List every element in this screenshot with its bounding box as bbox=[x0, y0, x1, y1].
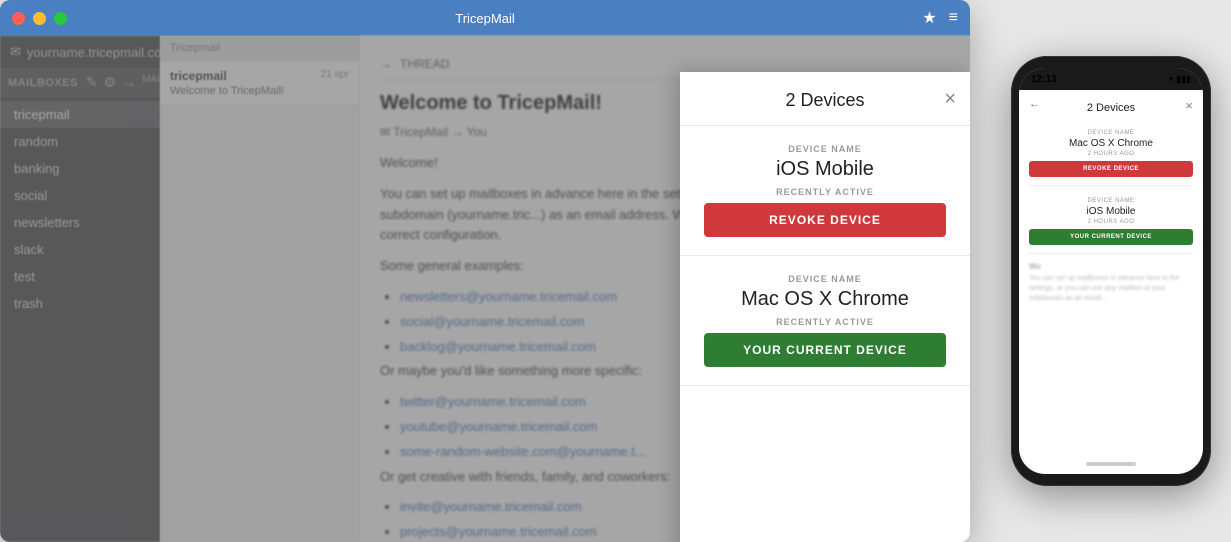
phone-modal-content: ← 2 Devices × DEVICE NAME Mac OS X Chrom… bbox=[1019, 90, 1203, 311]
window-title: TricepMail bbox=[455, 11, 514, 26]
device-name-label-1: DEVICE NAME bbox=[704, 274, 946, 284]
phone-device-active-0: 2 HOURS AGO bbox=[1029, 151, 1193, 157]
devices-modal: 2 Devices × DEVICE NAME iOS Mobile RECEN… bbox=[680, 72, 970, 542]
phone-screen: 12:13 ▾ ▮▮▮ ← 2 Devices × DEVICE NAME Ma… bbox=[1019, 68, 1203, 474]
phone-close-icon[interactable]: × bbox=[1185, 98, 1193, 113]
phone-back-icon[interactable]: ← bbox=[1029, 98, 1040, 110]
pin-icon[interactable]: ★ bbox=[922, 8, 936, 28]
phone-device-name-0: Mac OS X Chrome bbox=[1029, 138, 1193, 149]
revoke-device-button[interactable]: REVOKE DEVICE bbox=[704, 203, 946, 237]
phone-device-label-1: DEVICE NAME bbox=[1029, 198, 1193, 204]
phone-device-card-1: DEVICE NAME iOS Mobile 2 HOURS AGO YOUR … bbox=[1029, 190, 1193, 254]
window-controls bbox=[12, 12, 67, 25]
title-bar: TricepMail ★ ≡ bbox=[0, 0, 970, 36]
titlebar-actions: ★ ≡ bbox=[922, 8, 958, 28]
close-button[interactable] bbox=[12, 12, 25, 25]
modal-title: 2 Devices bbox=[785, 90, 864, 111]
minimize-button[interactable] bbox=[33, 12, 46, 25]
phone-modal-title: 2 Devices bbox=[1087, 102, 1135, 114]
phone-current-button[interactable]: YOUR CURRENT DEVICE bbox=[1029, 229, 1193, 245]
phone-device-active-1: 2 HOURS AGO bbox=[1029, 219, 1193, 225]
app-body: ✉ yourname.tricepmail.com ▾ MAILBOXES ✎ … bbox=[0, 36, 970, 542]
device-card-ios: DEVICE NAME iOS Mobile RECENTLY ACTIVE R… bbox=[680, 126, 970, 256]
phone-revoke-button[interactable]: REVOKE DEVICE bbox=[1029, 161, 1193, 177]
phone-device-card-0: DEVICE NAME Mac OS X Chrome 2 HOURS AGO … bbox=[1029, 122, 1193, 186]
device-card-mac: DEVICE NAME Mac OS X Chrome RECENTLY ACT… bbox=[680, 256, 970, 386]
phone-time: 12:13 bbox=[1031, 74, 1057, 85]
wifi-icon: ▾ bbox=[1169, 74, 1174, 85]
device-name-1: Mac OS X Chrome bbox=[704, 288, 946, 311]
phone-device-name-1: iOS Mobile bbox=[1029, 206, 1193, 217]
signal-icon: ▮▮▮ bbox=[1176, 74, 1191, 85]
phone-email-preview: We You can set up mailboxes in advance h… bbox=[1029, 262, 1193, 303]
modal-close-button[interactable]: × bbox=[944, 89, 956, 109]
device-active-label-1: RECENTLY ACTIVE bbox=[704, 317, 946, 327]
phone-status: ▾ ▮▮▮ bbox=[1169, 74, 1191, 85]
current-device-button[interactable]: YOUR CURRENT DEVICE bbox=[704, 333, 946, 367]
phone-notch: 12:13 ▾ ▮▮▮ bbox=[1019, 68, 1203, 90]
app-window: TricepMail ★ ≡ ✉ yourname.tricepmail.com… bbox=[0, 0, 970, 542]
device-name-label-0: DEVICE NAME bbox=[704, 144, 946, 154]
phone-device-label-0: DEVICE NAME bbox=[1029, 130, 1193, 136]
phone-mockup: 12:13 ▾ ▮▮▮ ← 2 Devices × DEVICE NAME Ma… bbox=[1011, 56, 1211, 486]
phone-header-row: ← 2 Devices × bbox=[1029, 98, 1193, 116]
modal-header: 2 Devices × bbox=[680, 72, 970, 126]
device-active-label-0: RECENTLY ACTIVE bbox=[704, 187, 946, 197]
device-name-0: iOS Mobile bbox=[704, 158, 946, 181]
phone-home-indicator bbox=[1086, 462, 1136, 466]
maximize-button[interactable] bbox=[54, 12, 67, 25]
menu-icon[interactable]: ≡ bbox=[949, 9, 958, 27]
